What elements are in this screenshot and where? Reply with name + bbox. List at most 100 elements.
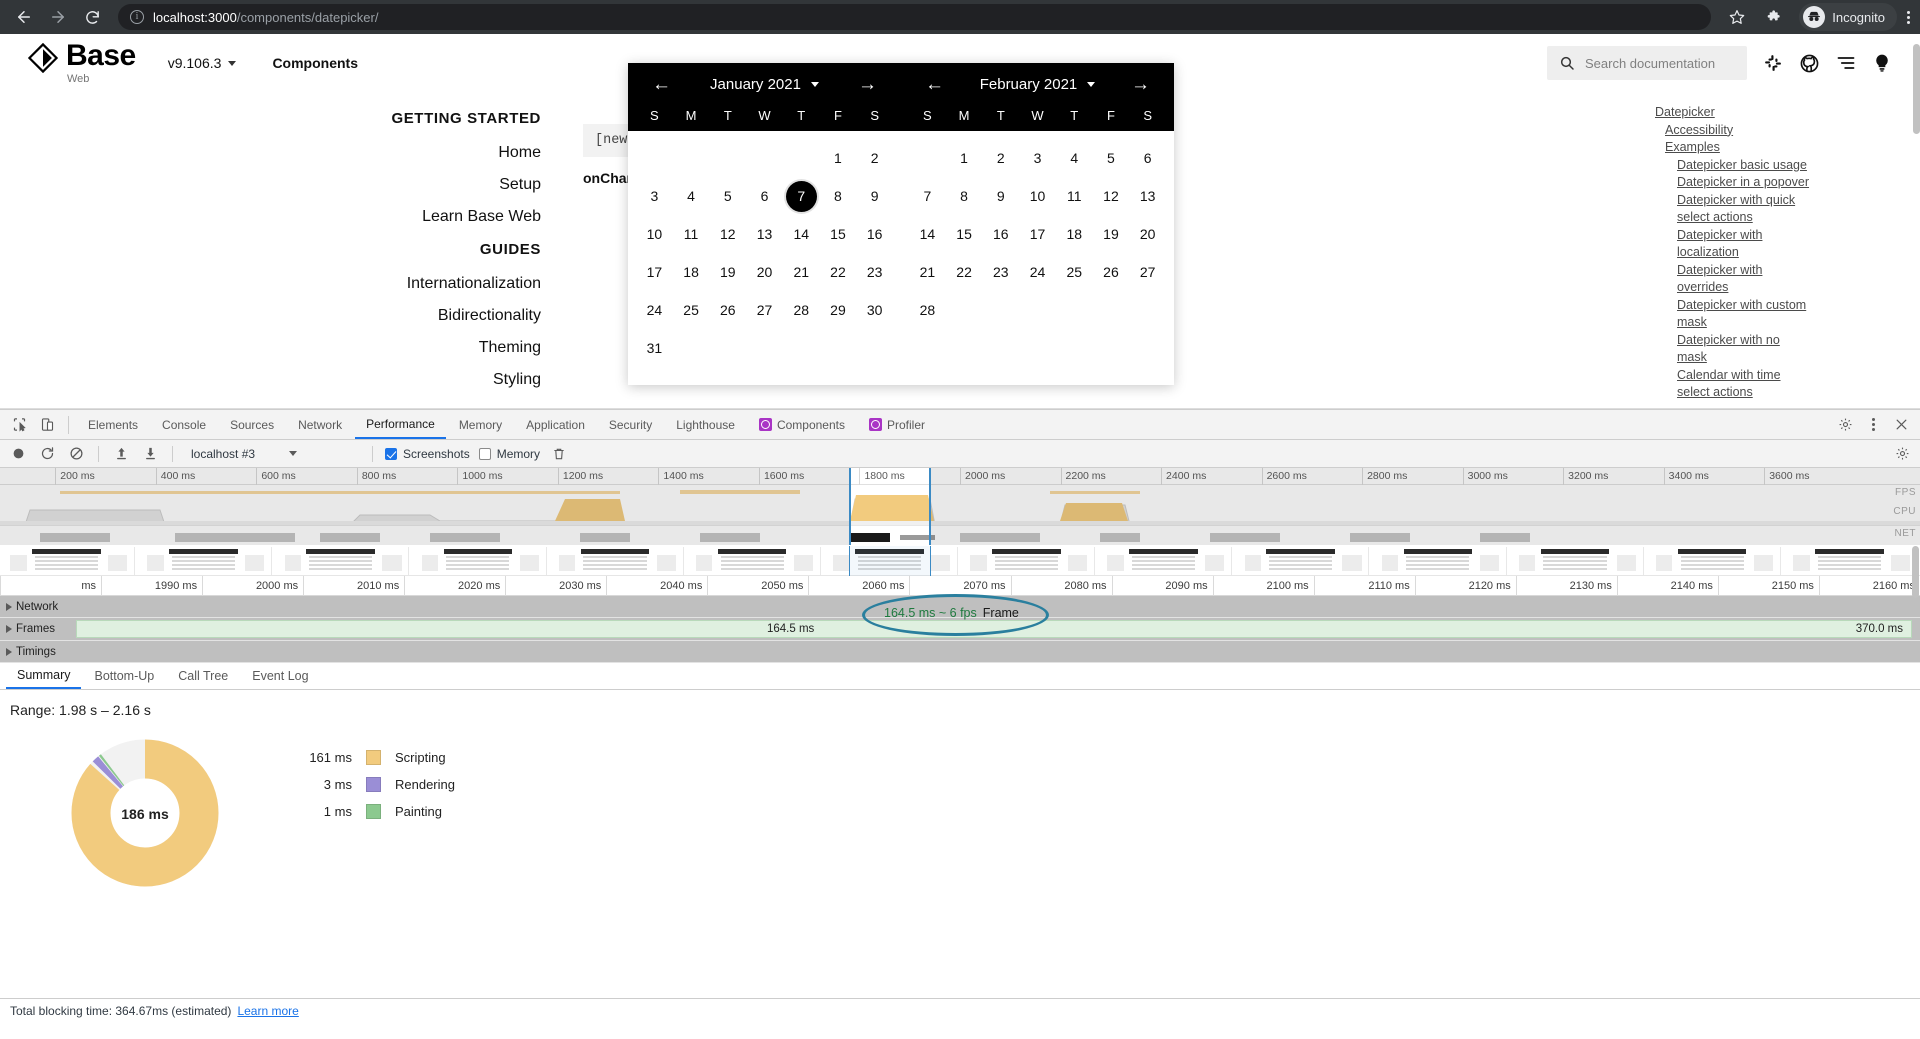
toc-link-datepicker[interactable]: Datepicker [1655, 104, 1920, 122]
calendar-day[interactable]: 2 [982, 139, 1019, 177]
sidebar-item-styling[interactable]: Styling [493, 364, 541, 396]
tab-performance[interactable]: Performance [355, 410, 446, 439]
session-select[interactable]: localhost #3 [185, 447, 360, 461]
timeline-row-timings[interactable]: Timings [0, 641, 1920, 663]
profile-incognito-button[interactable]: Incognito [1799, 3, 1897, 31]
calendar-day[interactable]: 9 [856, 177, 893, 215]
calendar-day[interactable]: 6 [1129, 139, 1166, 177]
calendar-day[interactable]: 15 [946, 215, 983, 253]
calendar-day[interactable]: 24 [636, 291, 673, 329]
record-circle-icon[interactable] [8, 444, 28, 464]
calendar-day[interactable]: 28 [909, 291, 946, 329]
lightbulb-icon[interactable] [1872, 53, 1892, 73]
toc-link-accessibility[interactable]: Accessibility [1655, 122, 1920, 140]
tab-profiler[interactable]: Profiler [858, 410, 936, 439]
gear-icon[interactable] [1832, 412, 1858, 438]
calendar-day[interactable]: 2 [856, 139, 893, 177]
arrow-left-icon[interactable]: ← [652, 75, 671, 94]
calendar-day[interactable]: 21 [783, 253, 820, 291]
gear-icon[interactable] [1892, 444, 1912, 464]
calendar-day[interactable]: 18 [1056, 215, 1093, 253]
calendar-day[interactable]: 7 [909, 177, 946, 215]
calendar-day[interactable]: 14 [909, 215, 946, 253]
calendar-day[interactable]: 4 [673, 177, 710, 215]
calendar-day[interactable]: 10 [636, 215, 673, 253]
sidebar-item-setup[interactable]: Setup [499, 169, 541, 201]
calendar-day[interactable]: 26 [1093, 253, 1130, 291]
filmstrip-frame[interactable] [1647, 547, 1781, 575]
filmstrip-frame[interactable] [1099, 547, 1233, 575]
sidebar-item-internationalization[interactable]: Internationalization [407, 268, 541, 300]
calendar-day[interactable]: 28 [783, 291, 820, 329]
reload-icon[interactable] [78, 3, 106, 31]
calendar-day[interactable]: 5 [1093, 139, 1130, 177]
calendar-day[interactable]: 27 [1129, 253, 1166, 291]
tab-console[interactable]: Console [151, 410, 217, 439]
screenshot-filmstrip[interactable] [0, 546, 1920, 576]
calendar-day[interactable]: 12 [709, 215, 746, 253]
calendar-day[interactable]: 1 [946, 139, 983, 177]
calendar-grid-feb[interactable]: 1 2 3 4 5 6 7 8 9 10 11 12 13 14 15 16 17 18 19 20 21 22 23 24 2… [901, 139, 1174, 367]
calendar-day[interactable]: 25 [1056, 253, 1093, 291]
toc-link-basic-usage[interactable]: Datepicker basic usage [1655, 157, 1920, 175]
timeline-row-frames[interactable]: Frames 164.5 ms 370.0 ms [0, 618, 1920, 641]
calendar-day[interactable]: 15 [820, 215, 857, 253]
sidebar-item-bidirectionality[interactable]: Bidirectionality [438, 300, 541, 332]
screenshots-checkbox[interactable]: Screenshots [385, 447, 470, 461]
address-bar[interactable]: i localhost:3000/components/datepicker/ [118, 4, 1712, 30]
filmstrip-frame[interactable] [1510, 547, 1644, 575]
filmstrip-frame[interactable] [550, 547, 684, 575]
calendar-day[interactable]: 16 [856, 215, 893, 253]
toc-link-overrides-1[interactable]: Datepicker with [1655, 262, 1920, 280]
calendar-day-selected[interactable]: 7 [783, 177, 820, 215]
overview-selection-window[interactable] [849, 468, 931, 545]
calendar-day[interactable]: 19 [709, 253, 746, 291]
sidebar-item-learn-base-web[interactable]: Learn Base Web [422, 201, 541, 233]
tab-components[interactable]: Components [748, 410, 856, 439]
calendar-day[interactable]: 11 [673, 215, 710, 253]
version-select[interactable]: v9.106.3 [168, 55, 237, 71]
calendar-day[interactable]: 6 [746, 177, 783, 215]
memory-checkbox[interactable]: Memory [478, 447, 540, 461]
tab-security[interactable]: Security [598, 410, 663, 439]
calendar-day[interactable]: 22 [946, 253, 983, 291]
download-profile-icon[interactable] [140, 444, 160, 464]
calendar-day[interactable]: 8 [946, 177, 983, 215]
calendar-day[interactable]: 20 [1129, 215, 1166, 253]
toc-link-calendar-time-2[interactable]: select actions [1655, 384, 1920, 402]
inspect-element-icon[interactable] [6, 412, 32, 438]
calendar-day[interactable]: 8 [820, 177, 857, 215]
calendar-day[interactable]: 5 [709, 177, 746, 215]
calendar-day[interactable]: 17 [1019, 215, 1056, 253]
toc-link-custom-mask-2[interactable]: mask [1655, 314, 1920, 332]
slack-icon[interactable] [1763, 53, 1783, 73]
calendar-day[interactable]: 21 [909, 253, 946, 291]
calendar-day[interactable]: 13 [1129, 177, 1166, 215]
calendar-day[interactable]: 12 [1093, 177, 1130, 215]
timeline-overview[interactable]: 200 ms 400 ms 600 ms 800 ms 1000 ms 1200 ms 14… [0, 468, 1920, 546]
puzzle-piece-icon[interactable] [1761, 3, 1789, 31]
clear-no-entry-icon[interactable] [66, 444, 86, 464]
filmstrip-frame[interactable] [413, 547, 547, 575]
calendar-day[interactable]: 1 [820, 139, 857, 177]
toc-link-examples[interactable]: Examples [1655, 139, 1920, 157]
filmstrip-frame[interactable] [1373, 547, 1507, 575]
kebab-menu-icon[interactable] [1860, 412, 1886, 438]
toc-link-no-mask-1[interactable]: Datepicker with no [1655, 332, 1920, 350]
calendar-day[interactable]: 4 [1056, 139, 1093, 177]
tab-elements[interactable]: Elements [77, 410, 149, 439]
month-select-feb[interactable]: February 2021 [980, 76, 1096, 93]
tab-memory[interactable]: Memory [448, 410, 513, 439]
tab-sources[interactable]: Sources [219, 410, 285, 439]
toc-link-no-mask-2[interactable]: mask [1655, 349, 1920, 367]
back-arrow-icon[interactable] [10, 3, 38, 31]
list-icon[interactable] [1836, 53, 1856, 73]
calendar-day[interactable]: 17 [636, 253, 673, 291]
calendar-day[interactable]: 27 [746, 291, 783, 329]
toc-link-quick-select-2[interactable]: select actions [1655, 209, 1920, 227]
github-icon[interactable] [1799, 53, 1820, 74]
device-toolbar-icon[interactable] [34, 412, 60, 438]
filmstrip-frame[interactable] [962, 547, 1096, 575]
calendar-day[interactable]: 22 [820, 253, 857, 291]
calendar-grid-jan[interactable]: 1 2 3 4 5 6 7 8 9 10 11 12 13 14 15 16 17 18 19 20 21 22 23 24 2… [628, 139, 901, 367]
